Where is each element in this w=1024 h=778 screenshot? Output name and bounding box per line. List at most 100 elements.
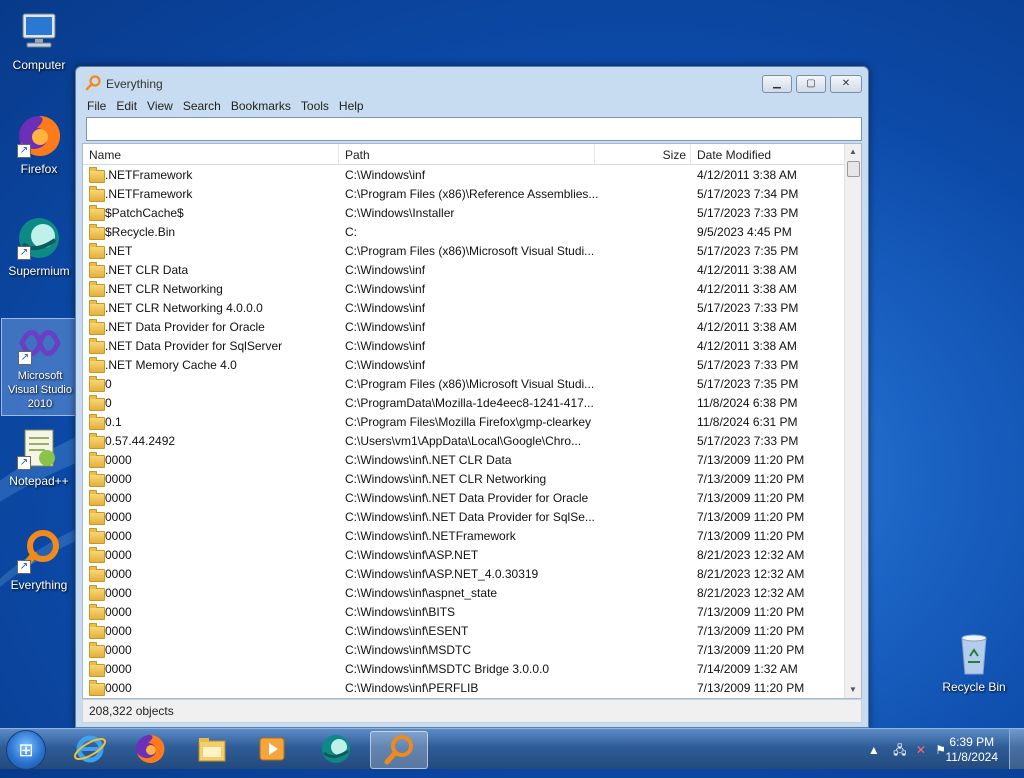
minimize-button[interactable]: ▁ xyxy=(762,75,792,93)
table-row[interactable]: 0000 C:\Windows\inf\ASP.NET_4.0.30319 8/21… xyxy=(83,565,845,584)
desktop-icon-everything[interactable]: ↗ Everything xyxy=(1,528,77,592)
date-modified: 7/13/2009 11:20 PM xyxy=(697,605,805,619)
table-row[interactable]: 0000 C:\Windows\inf\BITS 7/13/2009 11:20 P… xyxy=(83,603,845,622)
menu-file[interactable]: File xyxy=(82,97,111,115)
taskbar-supermium[interactable] xyxy=(308,731,364,767)
folder-icon xyxy=(89,319,105,335)
desktop-icon-label: Notepad++ xyxy=(9,474,69,488)
table-row[interactable]: 0 C:\ProgramData\Mozilla-1de4eec8-1241-41… xyxy=(83,394,845,413)
menu-tools[interactable]: Tools xyxy=(296,97,334,115)
table-row[interactable]: 0000 C:\Windows\inf\ASP.NET 8/21/2023 12:3… xyxy=(83,546,845,565)
action-center-flag-icon[interactable]: ⚑ xyxy=(935,743,946,757)
table-row[interactable]: 0000 C:\Windows\inf\MSDTC 7/13/2009 11:20 … xyxy=(83,641,845,660)
table-row[interactable]: .NET Data Provider for SqlServer C:\Windo… xyxy=(83,337,845,356)
date-modified: 5/17/2023 7:33 PM xyxy=(697,358,799,372)
table-row[interactable]: .NETFramework C:\Windows\inf 4/12/2011 3:3… xyxy=(83,166,845,185)
date-modified: 5/17/2023 7:35 PM xyxy=(697,377,799,391)
table-row[interactable]: .NET CLR Networking C:\Windows\inf 4/12/20… xyxy=(83,280,845,299)
table-row[interactable]: .NET Data Provider for Oracle C:\Windows\… xyxy=(83,318,845,337)
file-name: 0000 xyxy=(105,548,132,562)
table-row[interactable]: 0000 C:\Windows\inf\MSDTC Bridge 3.0.0.0 7… xyxy=(83,660,845,679)
everything-window[interactable]: Everything ▁ ▢ ✕ File Edit View Search Bookm… xyxy=(75,66,869,728)
date-modified: 11/8/2024 6:31 PM xyxy=(697,415,798,429)
table-row[interactable]: 0000 C:\Windows\inf\.NETFramework 7/13/200… xyxy=(83,527,845,546)
vertical-scrollbar[interactable]: ▲ ▼ xyxy=(844,144,861,698)
maximize-button[interactable]: ▢ xyxy=(796,75,826,93)
taskbar-file-explorer[interactable] xyxy=(184,731,240,767)
file-name: 0 xyxy=(105,377,112,391)
system-tray: ▲ 🖧 ✕ ⚑ xyxy=(868,741,946,762)
file-path: C:\Windows\inf xyxy=(345,282,426,296)
date-modified: 4/12/2011 3:38 AM xyxy=(697,320,797,334)
table-row[interactable]: 0 C:\Program Files (x86)\Microsoft Visual… xyxy=(83,375,845,394)
recycle-bin-icon xyxy=(950,630,998,678)
date-modified: 9/5/2023 4:45 PM xyxy=(697,225,792,239)
taskbar-media-player[interactable] xyxy=(244,731,300,767)
table-row[interactable]: .NET CLR Data C:\Windows\inf 4/12/2011 3:3… xyxy=(83,261,845,280)
table-row[interactable]: .NET C:\Program Files (x86)\Microsoft Vis… xyxy=(83,242,845,261)
table-row[interactable]: 0000 C:\Windows\inf\.NET CLR Networking 7/… xyxy=(83,470,845,489)
column-header-date-modified[interactable]: Date Modified xyxy=(691,144,845,164)
volume-muted-icon[interactable]: ✕ xyxy=(916,743,926,757)
date-modified: 5/17/2023 7:35 PM xyxy=(697,244,799,258)
menu-view[interactable]: View xyxy=(142,97,178,115)
table-row[interactable]: 0000 C:\Windows\inf\.NET Data Provider fo… xyxy=(83,489,845,508)
start-button[interactable]: ⊞ xyxy=(6,730,46,770)
column-header-path[interactable]: Path xyxy=(339,144,595,164)
taskbar-firefox[interactable] xyxy=(122,731,178,767)
desktop-icon-recycle-bin[interactable]: Recycle Bin xyxy=(936,630,1012,694)
visual-studio-icon: ↗ xyxy=(16,319,64,367)
scroll-down-icon[interactable]: ▼ xyxy=(845,682,861,698)
desktop-icon-notepadpp[interactable]: ↗ Notepad++ xyxy=(1,424,77,488)
menu-bookmarks[interactable]: Bookmarks xyxy=(226,97,296,115)
desktop-icon-label: Microsoft Visual Studio 2010 xyxy=(7,370,72,410)
file-name: 0000 xyxy=(105,529,132,543)
desktop-icon-supermium[interactable]: ↗ Supermium xyxy=(1,214,77,278)
desktop-icon-firefox[interactable]: ↗ Firefox xyxy=(1,112,77,176)
file-path: C:\Windows\inf xyxy=(345,339,426,353)
folder-icon xyxy=(89,414,105,430)
date-modified: 5/17/2023 7:33 PM xyxy=(697,301,799,315)
menu-edit[interactable]: Edit xyxy=(111,97,142,115)
close-button[interactable]: ✕ xyxy=(830,75,862,93)
taskbar-internet-explorer[interactable] xyxy=(62,731,118,767)
table-row[interactable]: 0000 C:\Windows\inf\ESENT 7/13/2009 11:20 … xyxy=(83,622,845,641)
folder-icon xyxy=(89,547,105,563)
table-row[interactable]: $PatchCache$ C:\Windows\Installer 5/17/202… xyxy=(83,204,845,223)
file-name: 0000 xyxy=(105,453,132,467)
desktop-icon-computer[interactable]: Computer xyxy=(1,8,77,72)
menu-bar: File Edit View Search Bookmarks Tools Help xyxy=(82,97,862,115)
file-name: $PatchCache$ xyxy=(105,206,184,220)
scroll-up-icon[interactable]: ▲ xyxy=(845,144,861,160)
window-titlebar[interactable]: Everything ▁ ▢ ✕ xyxy=(76,67,868,97)
network-icon[interactable]: 🖧 xyxy=(893,743,906,757)
column-header-name[interactable]: Name xyxy=(83,144,339,164)
scroll-thumb[interactable] xyxy=(847,161,860,177)
table-row[interactable]: 0000 C:\Windows\inf\PERFLIB 7/13/2009 11:2… xyxy=(83,679,845,698)
show-hidden-icons-icon[interactable]: ▲ xyxy=(868,743,880,757)
show-desktop-button[interactable] xyxy=(1009,729,1024,769)
table-row[interactable]: 0.57.44.2492 C:\Users\vm1\AppData\Local\G… xyxy=(83,432,845,451)
results-list[interactable]: Name Path Size Date Modified .NETFramewo… xyxy=(82,143,862,699)
table-row[interactable]: 0000 C:\Windows\inf\.NET Data Provider fo… xyxy=(83,508,845,527)
file-path: C:\Windows\inf\ASP.NET_4.0.30319 xyxy=(345,567,539,581)
desktop-icon-visual-studio[interactable]: ↗ Microsoft Visual Studio 2010 xyxy=(1,318,79,416)
clock[interactable]: 6:39 PM 11/8/2024 xyxy=(946,735,999,765)
table-row[interactable]: 0.1 C:\Program Files\Mozilla Firefox\gmp-… xyxy=(83,413,845,432)
table-row[interactable]: .NETFramework C:\Program Files (x86)\Refe… xyxy=(83,185,845,204)
internet-explorer-icon xyxy=(73,735,107,763)
table-row[interactable]: $Recycle.Bin C: 9/5/2023 4:45 PM xyxy=(83,223,845,242)
menu-search[interactable]: Search xyxy=(178,97,226,115)
file-path: C:\Windows\inf\BITS xyxy=(345,605,456,619)
table-row[interactable]: 0000 C:\Windows\inf\.NET CLR Data 7/13/200… xyxy=(83,451,845,470)
computer-icon xyxy=(15,8,63,56)
table-row[interactable]: .NET Memory Cache 4.0 C:\Windows\inf 5/17/… xyxy=(83,356,845,375)
file-path: C:\Windows\inf\.NET Data Provider for Sq… xyxy=(345,510,595,524)
search-input[interactable] xyxy=(86,117,862,141)
table-row[interactable]: 0000 C:\Windows\inf\aspnet_state 8/21/2023… xyxy=(83,584,845,603)
menu-help[interactable]: Help xyxy=(334,97,369,115)
column-header-size[interactable]: Size xyxy=(595,144,691,164)
table-row[interactable]: .NET CLR Networking 4.0.0.0 C:\Windows\in… xyxy=(83,299,845,318)
taskbar-everything[interactable] xyxy=(370,731,428,769)
supermium-icon xyxy=(322,735,350,763)
